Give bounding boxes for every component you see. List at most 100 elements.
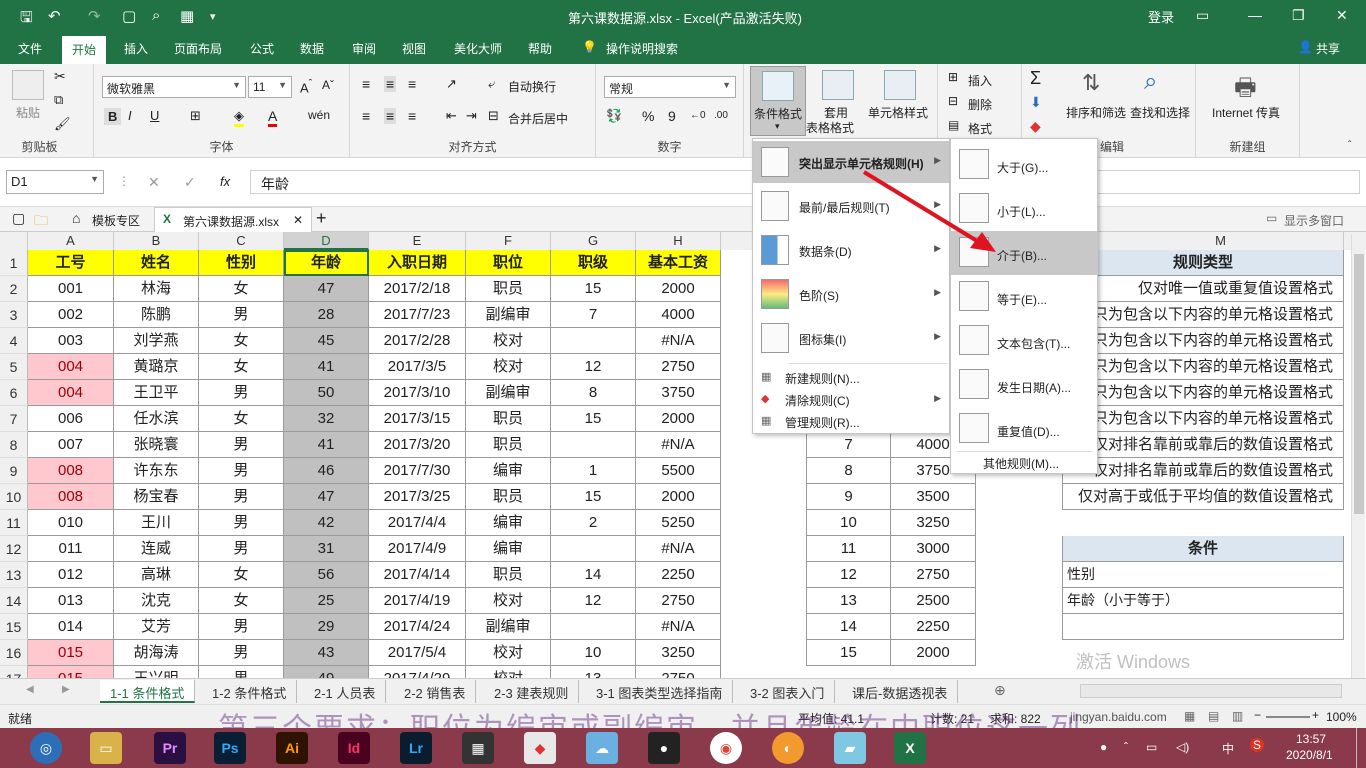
multi-window-button[interactable]: 显示多窗口 (1284, 212, 1344, 229)
table-cell[interactable]: 56 (284, 562, 369, 588)
table-cell[interactable]: 2017/2/28 (369, 328, 466, 354)
condition-age[interactable]: 年龄（小于等于） (1062, 588, 1344, 614)
prev-sheet-icon[interactable]: ◀ (26, 684, 34, 695)
submenu-item-less[interactable]: 小于(L)... (951, 187, 1097, 231)
table-cell[interactable]: 32 (284, 406, 369, 432)
normal-view-icon[interactable]: ▦ (1184, 709, 1195, 723)
row-header[interactable]: 3 (0, 302, 28, 328)
table-cell[interactable]: 男 (199, 614, 284, 640)
rule-type-item[interactable]: 只为包含以下内容的单元格设置格式 (1062, 406, 1344, 432)
cell-styles-button[interactable]: 单元格样式 (868, 104, 928, 121)
customize-qat-icon[interactable]: ▾ (210, 10, 216, 23)
table-cell[interactable]: 2017/3/25 (369, 484, 466, 510)
table-cell[interactable]: 007 (28, 432, 114, 458)
orientation-icon[interactable]: ↗ (446, 76, 457, 92)
header-cell[interactable]: 职级 (551, 250, 636, 276)
show-desktop-button[interactable] (1356, 728, 1366, 768)
zoom-slider[interactable] (1266, 716, 1310, 718)
zoom-out-icon[interactable]: − (1254, 708, 1261, 722)
menu-item-clear-rules[interactable]: ◆ 清除规则(C) ▶ (753, 389, 949, 411)
table-cell[interactable]: 2017/4/24 (369, 614, 466, 640)
file-explorer-icon[interactable]: ▭ (90, 732, 122, 764)
table-cell[interactable]: 5250 (636, 510, 721, 536)
row-header[interactable]: 6 (0, 380, 28, 406)
table-cell[interactable]: 015 (28, 666, 114, 678)
column-header[interactable]: M (1098, 232, 1344, 250)
table-cell[interactable]: 男 (199, 484, 284, 510)
insert-icon[interactable]: ⊞ (948, 70, 958, 84)
table-cell[interactable]: 男 (199, 302, 284, 328)
tab-view[interactable]: 视图 (402, 40, 426, 57)
table-cell[interactable]: 校对 (466, 354, 551, 380)
name-box[interactable]: D1 ▼ (6, 170, 104, 194)
column-header[interactable]: C (199, 232, 284, 250)
notes-icon[interactable]: ▰ (834, 732, 866, 764)
sort-filter-button[interactable]: 排序和筛选 (1066, 104, 1126, 121)
table-cell[interactable]: 2017/7/23 (369, 302, 466, 328)
table-cell[interactable]: 2017/5/4 (369, 640, 466, 666)
minimize-icon[interactable]: — (1248, 7, 1262, 23)
insert-button[interactable]: 插入 (968, 72, 992, 89)
paste-button[interactable]: 粘贴 (16, 104, 40, 121)
table-cell[interactable]: 女 (199, 588, 284, 614)
template-tab[interactable]: 模板专区 (92, 212, 140, 229)
menu-item-highlight-rules[interactable]: 突出显示单元格规则(H) ▶ (753, 141, 949, 183)
rule-type-item[interactable]: 只为包含以下内容的单元格设置格式 (1062, 328, 1344, 354)
table-cell[interactable]: 2000 (636, 484, 721, 510)
increase-decimal-icon[interactable]: ←0 (690, 110, 706, 121)
underline-button[interactable]: U (150, 108, 159, 123)
submenu-item-text-contains[interactable]: 文本包含(T)... (951, 319, 1097, 363)
decrease-font-icon[interactable]: Aˇ (322, 78, 334, 92)
submenu-item-between[interactable]: 介于(B)... (951, 231, 1097, 275)
table-cell[interactable]: 28 (284, 302, 369, 328)
column-header[interactable]: A (28, 232, 114, 250)
decrease-decimal-icon[interactable]: .00 (714, 110, 728, 121)
phonetic-icon[interactable]: wén (308, 108, 330, 122)
table-cell[interactable]: 张晓寰 (114, 432, 199, 458)
format-icon[interactable]: ▤ (948, 118, 959, 132)
align-middle-icon[interactable]: ≡ (384, 76, 397, 92)
increase-font-icon[interactable]: Aˆ (300, 78, 312, 95)
side-table-cell[interactable]: 15 (806, 640, 891, 666)
currency-icon[interactable]: 💱 (606, 108, 622, 124)
format-as-table-icon[interactable] (822, 70, 854, 100)
sort-filter-icon[interactable]: ⇅ (1082, 70, 1100, 96)
redo-icon[interactable]: ↷ (88, 7, 101, 25)
tab-formulas[interactable]: 公式 (250, 40, 274, 57)
table-cell[interactable] (551, 536, 636, 562)
row-header[interactable]: 8 (0, 432, 28, 458)
format-painter-icon[interactable]: 🖌 (54, 116, 71, 132)
submenu-item-more-rules[interactable]: 其他规则(M)... (951, 453, 1097, 473)
lightroom-icon[interactable]: Lr (400, 732, 432, 764)
cut-icon[interactable]: ✂ (54, 68, 66, 85)
table-cell[interactable]: 校对 (466, 588, 551, 614)
row-header[interactable]: 5 (0, 354, 28, 380)
menu-item-icon-sets[interactable]: 图标集(I) ▶ (753, 317, 949, 359)
close-icon[interactable]: ✕ (1336, 7, 1348, 24)
restore-icon[interactable]: ❐ (1292, 7, 1305, 24)
tab-beautify[interactable]: 美化大师 (454, 40, 502, 57)
table-cell[interactable]: 10 (551, 640, 636, 666)
find-select-button[interactable]: 查找和选择 (1130, 104, 1190, 121)
close-tab-icon[interactable]: ✕ (293, 213, 303, 227)
find-select-icon[interactable]: ⌕ (1144, 68, 1157, 96)
table-cell[interactable]: 2017/7/30 (369, 458, 466, 484)
table-cell[interactable]: 校对 (466, 328, 551, 354)
empty-cell[interactable] (1062, 614, 1344, 640)
tab-page-layout[interactable]: 页面布局 (174, 40, 222, 57)
table-cell[interactable]: 012 (28, 562, 114, 588)
tab-help[interactable]: 帮助 (528, 40, 552, 57)
table-cell[interactable]: 男 (199, 666, 284, 678)
share-icon[interactable]: 👤 (1298, 40, 1313, 54)
menu-item-new-rule[interactable]: ▦ 新建规则(N)... (753, 367, 949, 389)
table-cell[interactable]: 王卫平 (114, 380, 199, 406)
share-button[interactable]: 共享 (1316, 40, 1340, 57)
table-cell[interactable]: 职员 (466, 276, 551, 302)
table-cell[interactable] (551, 614, 636, 640)
side-table-cell[interactable]: 2250 (891, 614, 976, 640)
header-cell[interactable]: 工号 (28, 250, 114, 276)
table-cell[interactable]: 013 (28, 588, 114, 614)
submenu-item-date[interactable]: 发生日期(A)... (951, 363, 1097, 407)
table-cell[interactable]: 014 (28, 614, 114, 640)
table-cell[interactable]: 8 (551, 380, 636, 406)
